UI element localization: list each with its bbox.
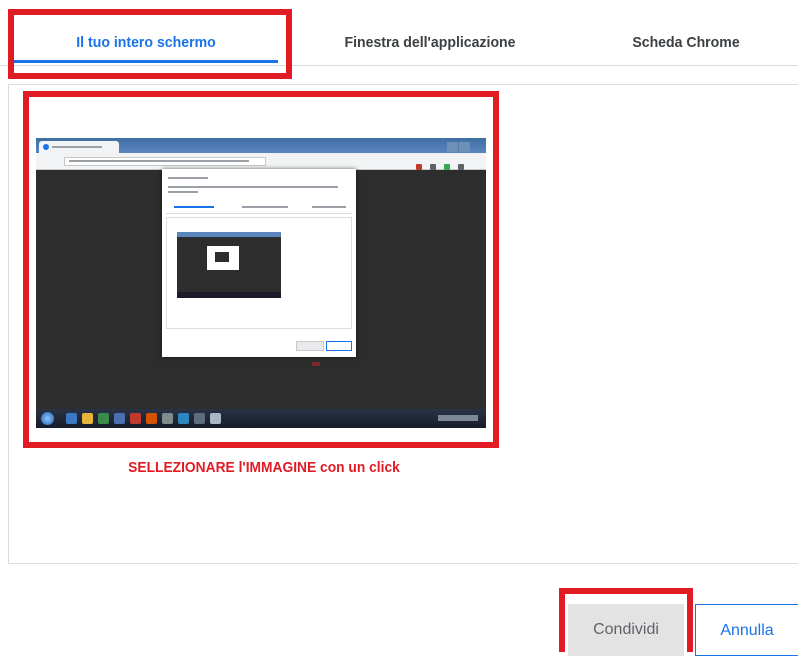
- preview-highlight-annotation: [23, 91, 499, 448]
- tab-highlight-annotation: [8, 9, 292, 79]
- tab-application-window[interactable]: Finestra dell'applicazione: [308, 0, 552, 66]
- cancel-button[interactable]: Annulla: [695, 604, 798, 656]
- instruction-caption: SELLEZIONARE l'IMMAGINE con un click: [128, 459, 400, 476]
- share-highlight-annotation: [559, 588, 693, 652]
- tab-chrome-tab[interactable]: Scheda Chrome: [592, 0, 780, 66]
